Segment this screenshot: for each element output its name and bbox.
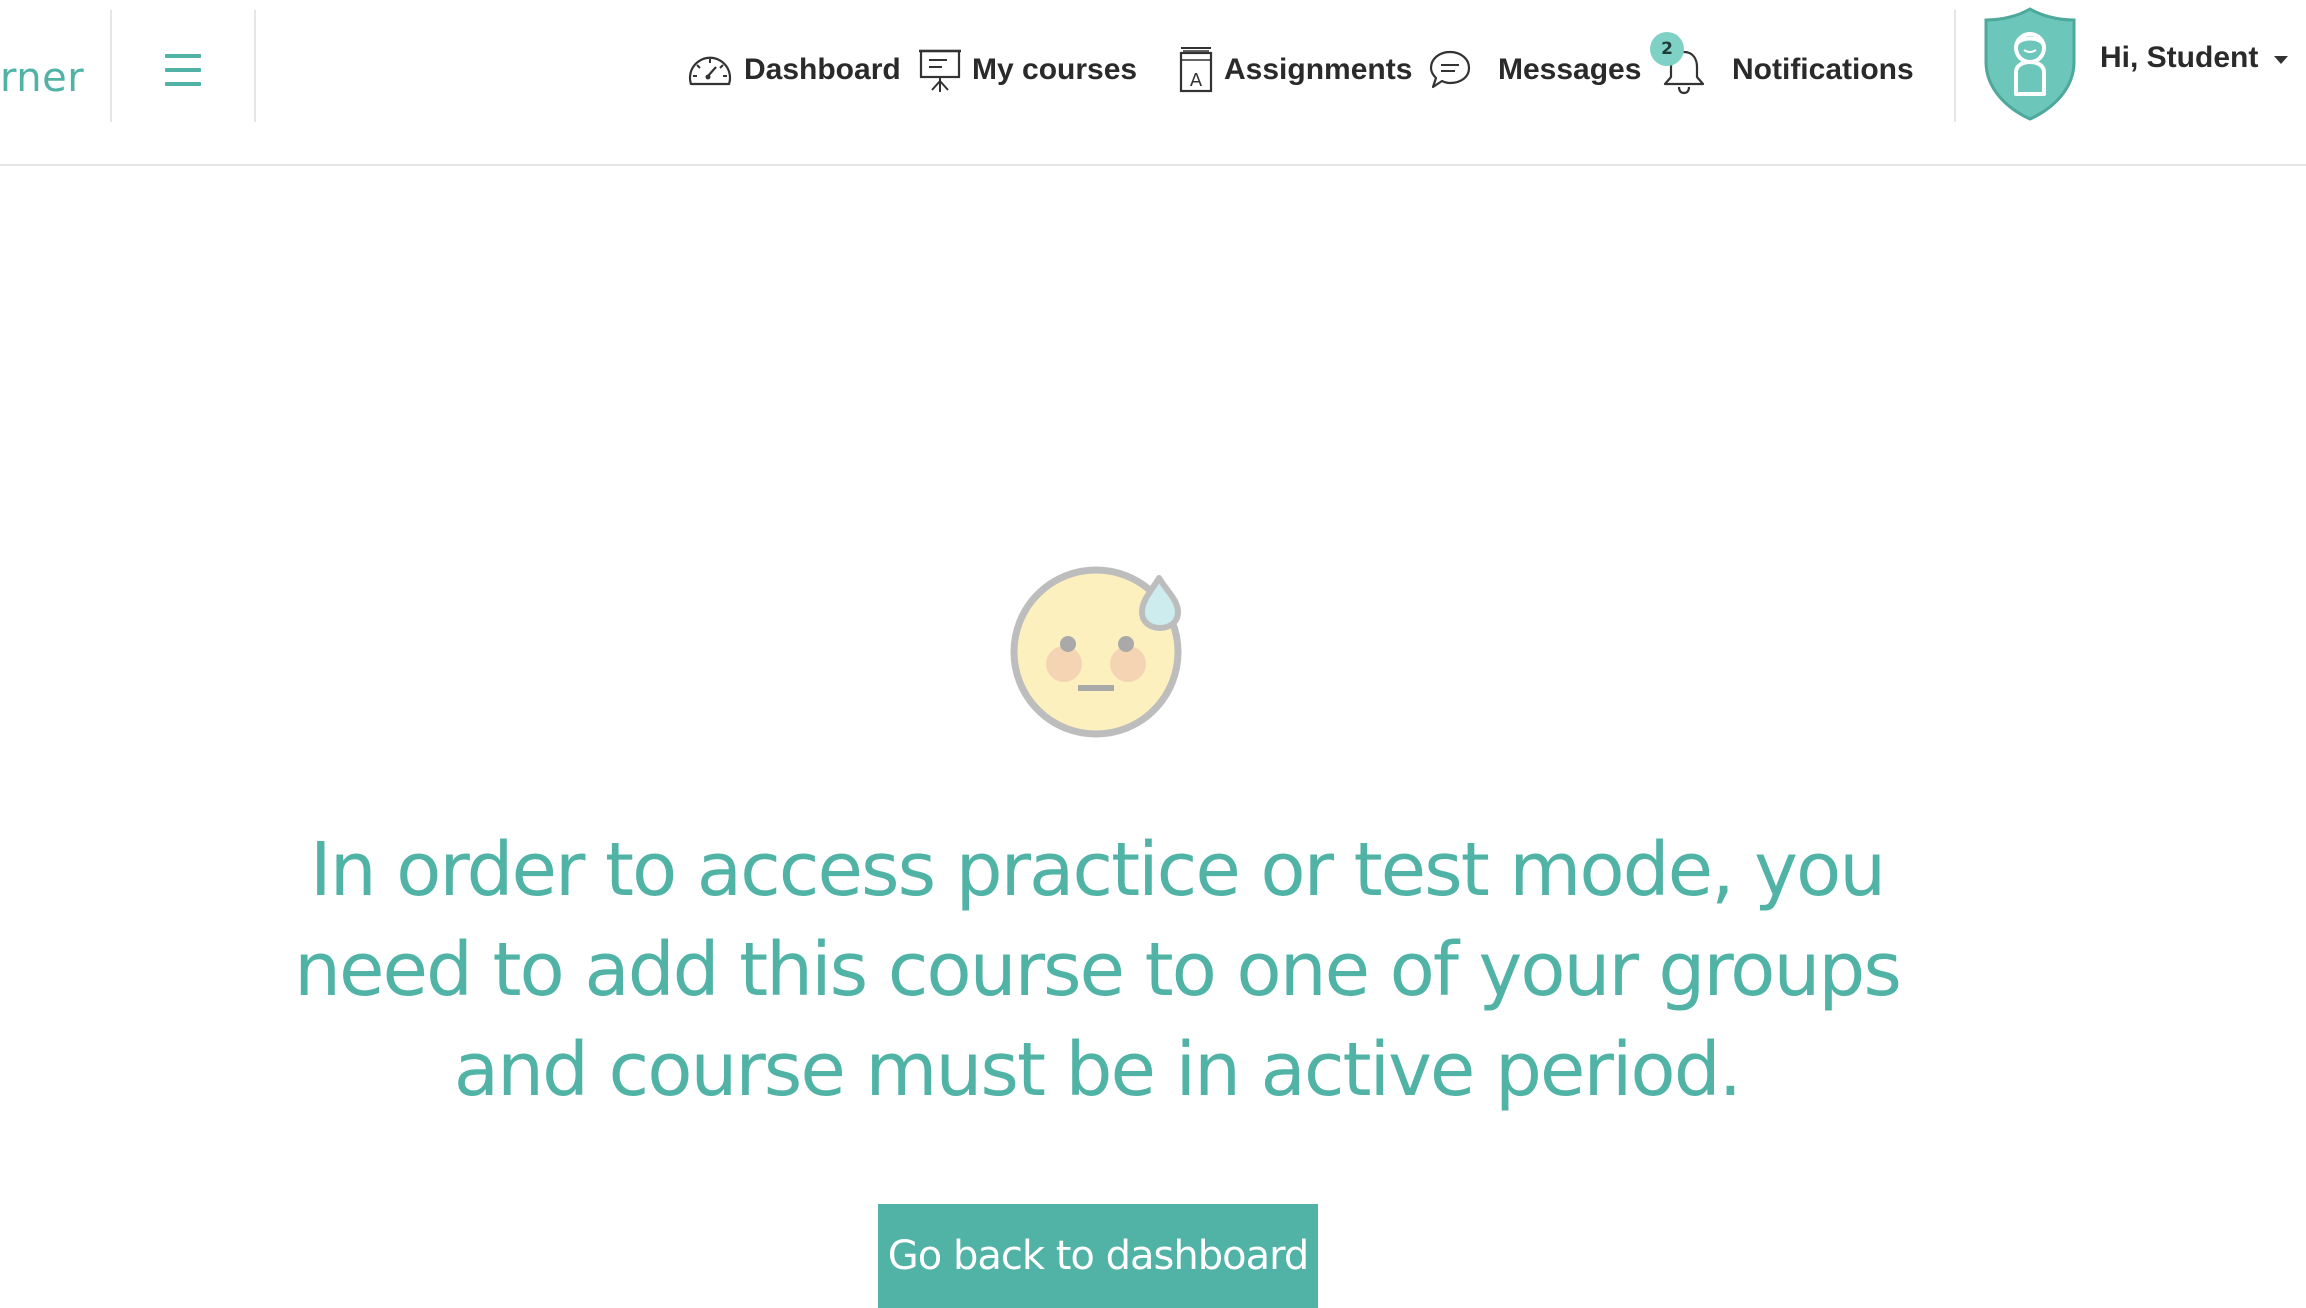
nav-assignments-label: Assignments (1224, 53, 1413, 86)
nav-assignments[interactable]: A Assignments (1178, 44, 1412, 96)
speech-bubble-icon (1429, 50, 1471, 89)
navbar-divider (254, 10, 256, 122)
user-greeting: Hi, Student (2100, 41, 2259, 74)
svg-text:A: A (1190, 70, 1203, 91)
notifications-icon-wrapper: 2 (1650, 32, 1710, 96)
nav-dashboard-label: Dashboard (744, 53, 901, 86)
brand-logo[interactable]: rner (0, 55, 84, 101)
message-line-2: need to add this course to one of your g… (294, 927, 1902, 1013)
message-line-1: In order to access practice or test mode… (309, 827, 1886, 913)
chevron-down-icon (2274, 56, 2289, 64)
message-line-3: and course must be in active period. (453, 1027, 1742, 1113)
nav-notifications-label: Notifications (1732, 53, 1914, 86)
nav-dashboard[interactable]: Dashboard (686, 44, 901, 96)
user-menu[interactable]: Hi, Student (1980, 6, 2289, 122)
nav-my-courses[interactable]: My courses (918, 44, 1137, 96)
presentation-board-icon (919, 49, 961, 92)
hamburger-icon[interactable] (162, 54, 204, 90)
top-navbar: rner Dashboard My courses A Assignments … (0, 0, 2306, 166)
speedometer-icon (688, 56, 732, 86)
nav-notifications[interactable]: 2 Notifications (1650, 32, 1914, 96)
go-back-to-dashboard-button[interactable]: Go back to dashboard (878, 1204, 1318, 1308)
nav-messages-label: Messages (1498, 53, 1642, 86)
navbar-divider (1954, 10, 1956, 122)
access-requirement-message: In order to access practice or test mode… (250, 820, 1944, 1120)
document-a-icon: A (1179, 47, 1213, 93)
notifications-count-badge: 2 (1650, 32, 1684, 66)
nav-messages[interactable]: Messages (1428, 44, 1641, 96)
sweating-face-icon (1010, 566, 1182, 738)
navbar-divider (110, 10, 112, 122)
student-shield-avatar-icon (1984, 7, 2076, 121)
nav-my-courses-label: My courses (972, 53, 1138, 86)
